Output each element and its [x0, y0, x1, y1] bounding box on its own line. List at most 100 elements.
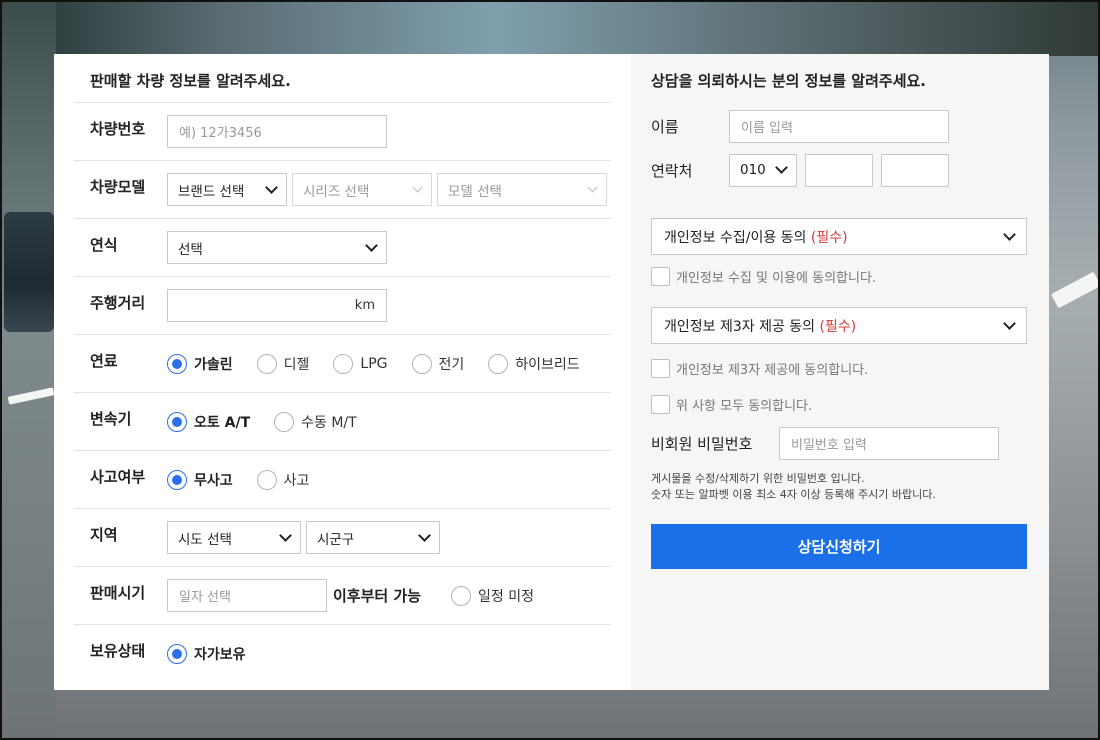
chevron-down-icon: [279, 528, 292, 542]
sale-time-label: 판매시기: [90, 584, 146, 602]
district-select-value: 시군구: [317, 531, 355, 548]
radio-icon: [167, 411, 187, 432]
accident-option-yes[interactable]: 사고: [256, 469, 309, 490]
model-label: 차량모델: [90, 178, 146, 196]
sale-date-input[interactable]: 일자 선택: [167, 579, 327, 612]
plate-label: 차량번호: [90, 120, 146, 138]
lane-marking: [1051, 271, 1098, 309]
model-select-value: 모델 선택: [448, 183, 502, 200]
password-note: 게시물을 수정/삭제하기 위한 비밀번호 입니다. 숫자 또는 알파벳 이용 최…: [651, 471, 1027, 503]
fuel-radio-group: 가솔린 디젤 LPG 전기 하이브리드: [167, 353, 580, 374]
phone-label: 연락처: [651, 161, 693, 180]
chevron-down-icon: [775, 161, 788, 174]
accident-radio-group: 무사고 사고: [167, 469, 333, 490]
brand-select[interactable]: 브랜드 선택: [167, 173, 287, 206]
chevron-down-icon: [1003, 316, 1016, 330]
phone-prefix-value: 010: [740, 162, 766, 178]
applicant-info-panel: 상담을 의뢰하시는 분의 정보를 알려주세요. 이름 이름 입력 연락처 010…: [631, 54, 1049, 690]
transmission-row: 변속기 오토 A/T 수동 M/T: [74, 392, 611, 450]
radio-icon: [167, 643, 187, 664]
transmission-label: 변속기: [90, 410, 132, 428]
year-label: 연식: [90, 236, 118, 254]
city-select[interactable]: 시도 선택: [167, 521, 301, 554]
vehicle-info-panel: 판매할 차량 정보를 알려주세요. 차량번호 예) 12가3456 차량모델 브…: [54, 54, 631, 690]
name-row: 이름 이름 입력: [651, 109, 1027, 143]
mileage-unit: km: [354, 298, 375, 313]
transmission-radio-group: 오토 A/T 수동 M/T: [167, 411, 381, 432]
sale-time-row: 판매시기 일자 선택 이후부터 가능 일정 미정: [74, 566, 611, 624]
password-input[interactable]: 비밀번호 입력: [779, 426, 999, 460]
fuel-option-gasoline[interactable]: 가솔린: [167, 353, 233, 374]
radio-icon: [488, 353, 509, 374]
sale-after-text: 이후부터 가능: [333, 587, 422, 605]
transmission-option-auto[interactable]: 오토 A/T: [167, 411, 250, 432]
accident-row: 사고여부 무사고 사고: [74, 450, 611, 508]
model-select[interactable]: 모델 선택: [437, 173, 607, 206]
background-roadside: [2, 2, 56, 738]
transmission-option-manual[interactable]: 수동 M/T: [274, 411, 357, 432]
radio-icon: [274, 411, 295, 432]
privacy-collect-checkbox[interactable]: 개인정보 수집 및 이용에 동의합니다.: [651, 265, 1027, 287]
year-select-value: 선택: [178, 241, 203, 258]
radio-icon: [256, 353, 277, 374]
consultation-form-card: 판매할 차량 정보를 알려주세요. 차량번호 예) 12가3456 차량모델 브…: [54, 54, 1049, 690]
radio-icon: [451, 585, 472, 606]
fuel-option-electric[interactable]: 전기: [411, 353, 464, 374]
privacy-collect-dropdown[interactable]: 개인정보 수집/이용 동의 (필수): [651, 218, 1027, 255]
series-select[interactable]: 시리즈 선택: [292, 173, 432, 206]
mileage-input[interactable]: km: [167, 289, 387, 322]
name-label: 이름: [651, 117, 679, 136]
model-row: 차량모델 브랜드 선택 시리즈 선택 모델 선택: [74, 160, 611, 218]
phone-row: 연락처 010: [651, 153, 1027, 187]
chevron-down-icon: [412, 182, 423, 192]
checkbox-icon: [651, 266, 670, 286]
year-select[interactable]: 선택: [167, 231, 387, 264]
chevron-down-icon: [587, 182, 598, 192]
name-input[interactable]: 이름 입력: [729, 109, 949, 143]
vehicle-info-title: 판매할 차량 정보를 알려주세요.: [90, 72, 291, 90]
accident-option-none[interactable]: 무사고: [167, 469, 233, 490]
password-label: 비회원 비밀번호: [651, 434, 753, 453]
city-select-value: 시도 선택: [178, 531, 232, 548]
password-note-line-2: 숫자 또는 알파벳 이용 최소 4자 이상 등록해 주시기 바랍니다.: [651, 488, 936, 501]
radio-icon: [167, 469, 187, 490]
radio-icon: [411, 353, 432, 374]
region-row: 지역 시도 선택 시군구: [74, 508, 611, 566]
chevron-down-icon: [418, 528, 431, 542]
sale-undecided-option[interactable]: 일정 미정: [451, 585, 534, 606]
year-row: 연식 선택: [74, 218, 611, 276]
privacy-third-dropdown[interactable]: 개인정보 제3자 제공 동의 (필수): [651, 307, 1027, 344]
phone-last-input[interactable]: [881, 153, 949, 187]
applicant-info-title: 상담을 의뢰하시는 분의 정보를 알려주세요.: [651, 72, 926, 90]
privacy-collect-checkbox-label: 개인정보 수집 및 이용에 동의합니다.: [676, 270, 877, 286]
phone-middle-input[interactable]: [805, 153, 873, 187]
fuel-option-diesel[interactable]: 디젤: [256, 353, 309, 374]
agree-all-label: 위 사항 모두 동의합니다.: [676, 398, 813, 414]
checkbox-icon: [651, 358, 670, 378]
phone-prefix-select[interactable]: 010: [729, 153, 797, 187]
series-select-value: 시리즈 선택: [303, 183, 370, 200]
fuel-row: 연료 가솔린 디젤 LPG 전기 하이브리드: [74, 334, 611, 392]
ownership-row: 보유상태 자가보유: [74, 624, 611, 682]
agree-all-checkbox[interactable]: 위 사항 모두 동의합니다.: [651, 393, 1027, 415]
background-car: [4, 212, 54, 332]
plate-input[interactable]: 예) 12가3456: [167, 115, 387, 148]
fuel-label: 연료: [90, 352, 118, 370]
password-row: 비회원 비밀번호 비밀번호 입력: [651, 426, 1027, 460]
ownership-option-own[interactable]: 자가보유: [167, 643, 246, 664]
background-sky: [2, 2, 1098, 56]
plate-row: 차량번호 예) 12가3456: [74, 102, 611, 160]
password-note-line-1: 게시물을 수정/삭제하기 위한 비밀번호 입니다.: [651, 472, 865, 485]
checkbox-icon: [651, 394, 670, 414]
submit-consultation-button[interactable]: 상담신청하기: [651, 524, 1027, 569]
ownership-radio-group: 자가보유: [167, 643, 270, 664]
privacy-collect-title: 개인정보 수집/이용 동의 (필수): [664, 229, 848, 246]
fuel-option-hybrid[interactable]: 하이브리드: [488, 353, 580, 374]
mileage-label: 주행거리: [90, 294, 146, 312]
privacy-third-checkbox-label: 개인정보 제3자 제공에 동의합니다.: [676, 362, 869, 378]
district-select[interactable]: 시군구: [306, 521, 440, 554]
privacy-third-title: 개인정보 제3자 제공 동의 (필수): [664, 318, 857, 335]
radio-icon: [256, 469, 277, 490]
fuel-option-lpg[interactable]: LPG: [333, 353, 388, 374]
privacy-third-checkbox[interactable]: 개인정보 제3자 제공에 동의합니다.: [651, 357, 1027, 379]
